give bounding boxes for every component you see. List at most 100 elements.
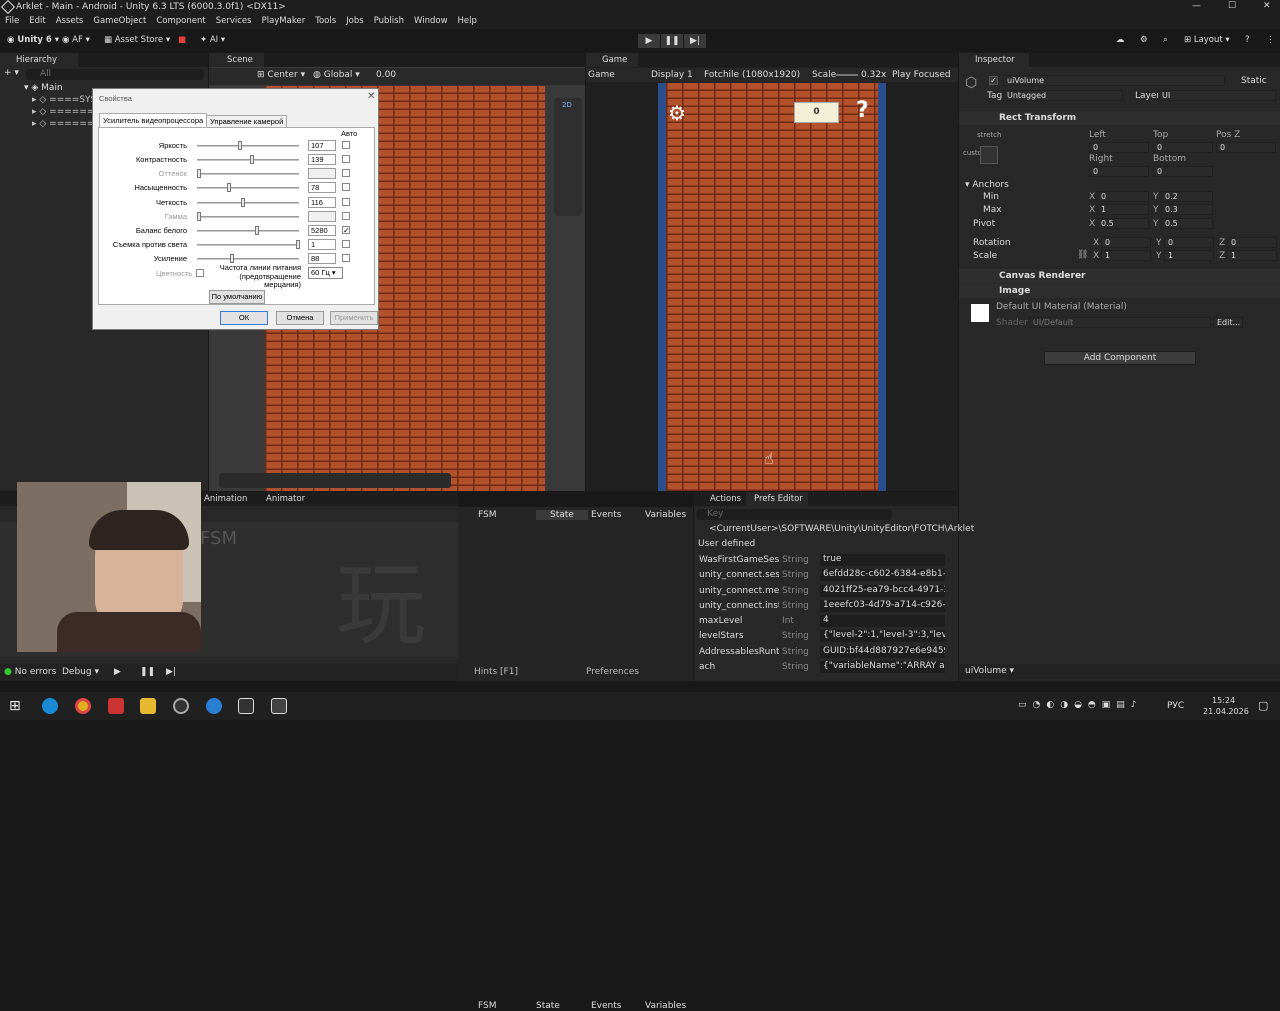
left-field[interactable]: 0 [1089,142,1149,153]
tab-hierarchy[interactable]: Hierarchy [0,53,78,67]
tag-dropdown[interactable]: Untagged [1003,90,1123,101]
slider-thumb[interactable] [238,141,242,150]
auto-checkbox[interactable] [342,141,350,149]
pref-value[interactable]: 4021ff25-ea79-bcc4-4971-111ff [820,585,945,597]
shader-edit-button[interactable]: Edit... [1213,317,1243,328]
tab-prefs-editor[interactable]: Prefs Editor [746,492,808,506]
edge-icon[interactable] [42,698,58,714]
layout-dropdown[interactable]: ⊞ Layout ▾ [1184,33,1230,48]
more-icon[interactable]: ⋮ [1266,33,1275,48]
active-checkbox[interactable]: ✓ [989,76,998,85]
display-dropdown[interactable]: Display 1 [651,68,693,82]
hierarchy-root[interactable]: ▾ ◈ Main [24,83,63,93]
obs-icon[interactable] [173,698,189,714]
layer-dropdown[interactable]: UI [1158,90,1276,101]
tab-variables[interactable]: Variables [645,510,686,520]
pref-value[interactable]: {"level-2":1,"level-3":3,"level-4":3 [820,630,945,642]
play-button[interactable]: ▶ [638,34,660,48]
top-field[interactable]: 0 [1153,142,1213,153]
pref-row[interactable]: ach String {"variableName":"ARRAY achs"," [694,660,952,674]
clock-time[interactable]: 15:24 [1212,696,1235,705]
value-field[interactable]: 1 [308,239,336,250]
tab-fsm[interactable]: FSM [478,1001,497,1011]
pref-row[interactable]: maxLevel Int 4 [694,614,952,628]
value-field[interactable]: 139 [308,154,336,165]
auto-checkbox[interactable]: ✓ [342,226,350,235]
slider[interactable] [197,145,299,147]
chrome-icon[interactable] [75,698,91,714]
value-field[interactable]: 88 [308,253,336,264]
pause-button[interactable]: ❚❚ [661,34,683,48]
pref-type[interactable]: String [782,601,812,611]
rect-transform-header[interactable]: Rect Transform [959,111,1280,125]
pivot-y-field[interactable]: 0.5 [1161,218,1213,229]
menu-jobs[interactable]: Jobs [341,15,369,26]
pivot-x-field[interactable]: 0.5 [1097,218,1149,229]
preferences-button[interactable]: Preferences [586,667,639,677]
pref-row[interactable]: levelStars String {"level-2":1,"level-3":3… [694,629,952,643]
auto-checkbox[interactable] [342,155,350,163]
value-field[interactable]: 107 [308,140,336,151]
constrain-scale-icon[interactable]: ⛓ [1077,250,1088,260]
slider[interactable] [197,202,299,204]
default-button[interactable]: По умолчанию [209,290,265,304]
play-focused-dropdown[interactable]: Play Focused [892,68,951,82]
menu-assets[interactable]: Assets [51,15,89,26]
tab-events[interactable]: Events [591,1001,621,1011]
scale-x-field[interactable]: 1 [1101,250,1151,261]
value-field[interactable]: 5280 [308,225,336,236]
dialog-close-button[interactable]: ✕ [367,91,375,102]
menu-services[interactable]: Services [211,15,257,26]
static-toggle[interactable]: Static [1241,76,1267,86]
search-icon[interactable]: ⌕ [1163,33,1168,48]
auto-checkbox[interactable] [342,240,350,248]
dialog-tab-video[interactable]: Усилитель видеопроцессора [99,113,208,128]
slider[interactable] [197,244,299,246]
debug-play-button[interactable]: ▶ [114,667,121,677]
slider[interactable] [197,159,299,161]
pref-value[interactable]: {"variableName":"ARRAY achs"," [820,661,945,673]
pref-value[interactable]: 6efdd28c-c602-6384-e8b1-6df [820,569,945,581]
app-icon[interactable] [108,698,124,714]
pref-type[interactable]: String [782,647,812,657]
slider[interactable] [197,258,299,260]
tab-game[interactable]: Game [586,53,638,67]
menu-edit[interactable]: Edit [24,15,50,26]
menu-publish[interactable]: Publish [369,15,409,26]
pref-row[interactable]: WasFirstGameSessionString true [694,553,952,567]
unity-editor-icon[interactable] [271,698,287,714]
pref-row[interactable]: unity_connect.mega_iString 4021ff25-ea79-… [694,584,952,598]
notifications-icon[interactable]: ▢ [1258,699,1268,712]
cancel-button[interactable]: Отмена [276,311,324,325]
slider[interactable] [197,187,299,189]
hints-button[interactable]: Hints [F1] [474,667,518,677]
pivot-dropdown[interactable]: ⊞ Center ▾ [257,70,305,80]
space-dropdown[interactable]: ◍ Global ▾ [313,70,360,80]
pref-value[interactable]: 4 [820,615,945,627]
settings-icon[interactable]: ⚙ [1140,33,1148,48]
2d-toggle[interactable]: 2D [562,101,572,109]
tab-animator[interactable]: Animator [250,492,310,506]
menu-gameobject[interactable]: GameObject [88,15,151,26]
object-name-field[interactable]: uiVolume [1003,75,1225,86]
pref-value[interactable]: 1eeefc03-4d79-a714-c926-89f4 [820,600,945,612]
menu-help[interactable]: Help [453,15,482,26]
pref-type[interactable]: String [782,631,812,641]
hierarchy-add-button[interactable]: + ▾ [4,68,19,78]
unity-hub-icon[interactable] [238,698,254,714]
pref-type[interactable]: String [782,662,812,672]
resolution-dropdown[interactable]: Fotchile (1080x1920) [704,68,800,82]
menu-playmaker[interactable]: PlayMaker [257,15,311,26]
min-x-field[interactable]: 0 [1097,191,1149,202]
image-header[interactable]: Image [959,284,1280,298]
scene-tools-bar[interactable] [219,473,451,488]
step-button[interactable]: ▶| [684,34,706,48]
scene-overlay-toolbar[interactable] [554,98,582,216]
menu-window[interactable]: Window [409,15,453,26]
clock-date[interactable]: 21.04.2026 [1203,707,1249,716]
shader-dropdown[interactable]: UI/Default [1029,317,1211,328]
auto-checkbox[interactable] [342,254,350,262]
add-component-button[interactable]: Add Component [1044,351,1196,365]
pref-row[interactable]: unity_connect.installString 1eeefc03-4d79… [694,599,952,613]
browser-icon[interactable] [206,698,222,714]
